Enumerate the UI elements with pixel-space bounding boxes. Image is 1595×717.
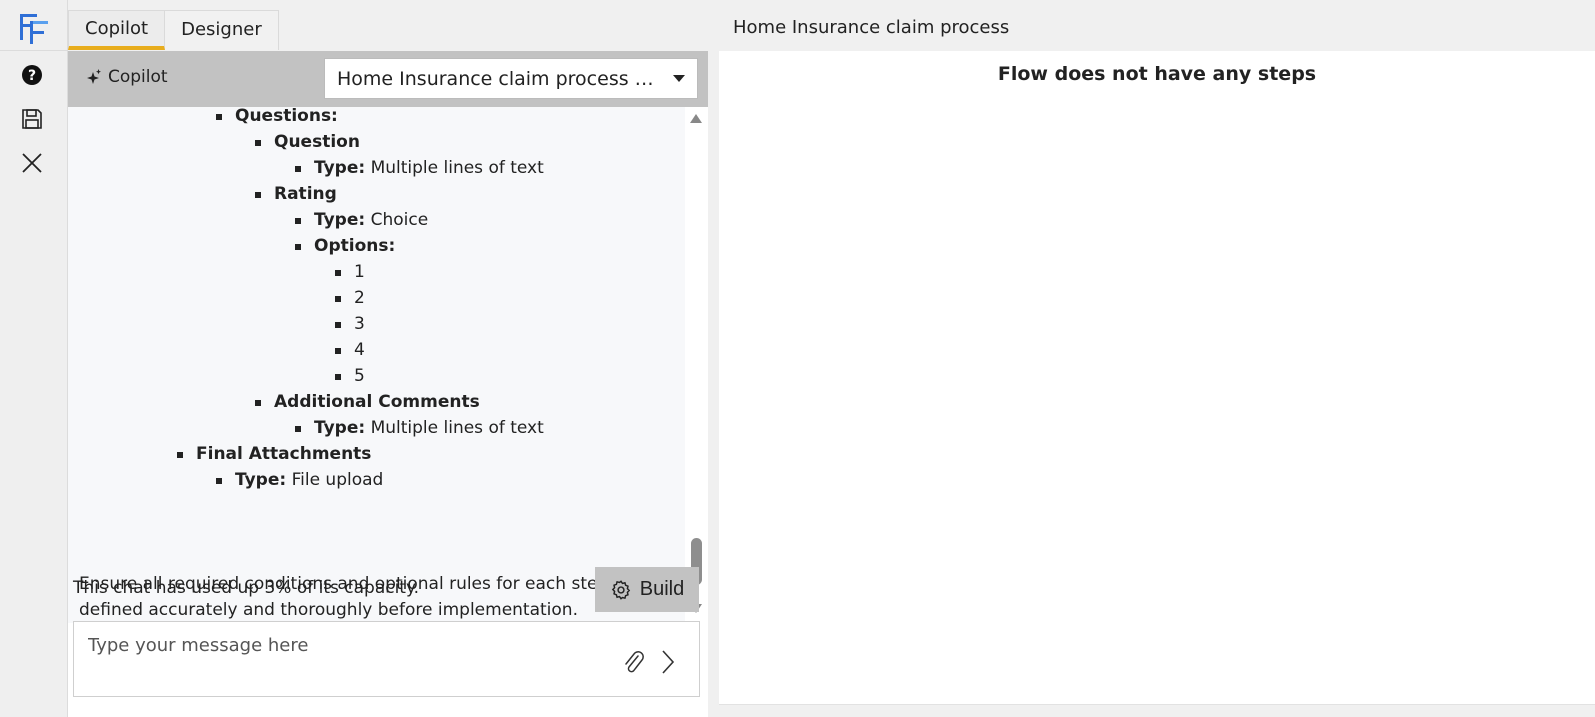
left-rail: ?: [0, 0, 68, 717]
sparkle-icon: [86, 68, 102, 86]
copilot-title: Copilot: [86, 67, 168, 87]
flow-title: Home Insurance claim process: [733, 17, 1010, 38]
list-item: 1: [335, 262, 365, 282]
list-item: Type: File upload: [215, 470, 384, 490]
chat-transcript[interactable]: Questions: Question Type: Multiple lines…: [68, 107, 685, 623]
tab-designer[interactable]: Designer: [165, 10, 279, 50]
capacity-text: This chat has used up 3% of its capacity…: [73, 578, 420, 598]
list-item: Additional Comments: [255, 392, 480, 412]
save-icon[interactable]: [19, 106, 45, 132]
list-item: Options:: [294, 236, 396, 256]
gear-icon: [610, 579, 632, 601]
app-logo: [19, 11, 49, 45]
copilot-title-label: Copilot: [108, 67, 168, 87]
tab-bar: Copilot Designer: [68, 10, 279, 50]
list-item: Type: Multiple lines of text: [295, 158, 544, 178]
tab-copilot[interactable]: Copilot: [68, 10, 166, 50]
scroll-up-icon[interactable]: [690, 114, 702, 123]
empty-state-message: Flow does not have any steps: [997, 63, 1317, 85]
list-item: Questions:: [216, 107, 338, 128]
chevron-down-icon: [673, 75, 685, 82]
list-item: Question: [255, 132, 360, 152]
build-button-label: Build: [639, 578, 685, 600]
paperclip-icon[interactable]: [622, 648, 646, 676]
close-icon[interactable]: [19, 150, 45, 176]
list-item: 5: [335, 366, 365, 386]
designer-canvas[interactable]: Flow does not have any steps: [719, 51, 1595, 705]
send-chevron-icon[interactable]: [659, 649, 677, 675]
flow-select[interactable]: Home Insurance claim process - Ch...: [324, 58, 698, 99]
rail-divider: [0, 50, 67, 51]
svg-text:?: ?: [28, 68, 36, 84]
list-item: Type: Choice: [294, 210, 429, 230]
list-item: 2: [335, 288, 365, 308]
list-item: Final Attachments: [176, 444, 372, 464]
message-input[interactable]: [88, 632, 608, 658]
list-item: Rating: [255, 184, 337, 204]
flow-select-value: Home Insurance claim process - Ch...: [337, 67, 659, 90]
build-button[interactable]: Build: [595, 567, 699, 612]
chat-scrollbar[interactable]: [685, 107, 708, 623]
message-composer: [73, 621, 700, 697]
help-icon[interactable]: ?: [19, 62, 45, 88]
copilot-panel: Copilot Home Insurance claim process - C…: [68, 51, 708, 717]
list-item: Type: Multiple lines of text: [295, 418, 544, 438]
list-item: 4: [335, 340, 365, 360]
list-item: 3: [335, 314, 365, 334]
copilot-header: Copilot Home Insurance claim process - C…: [68, 51, 708, 107]
